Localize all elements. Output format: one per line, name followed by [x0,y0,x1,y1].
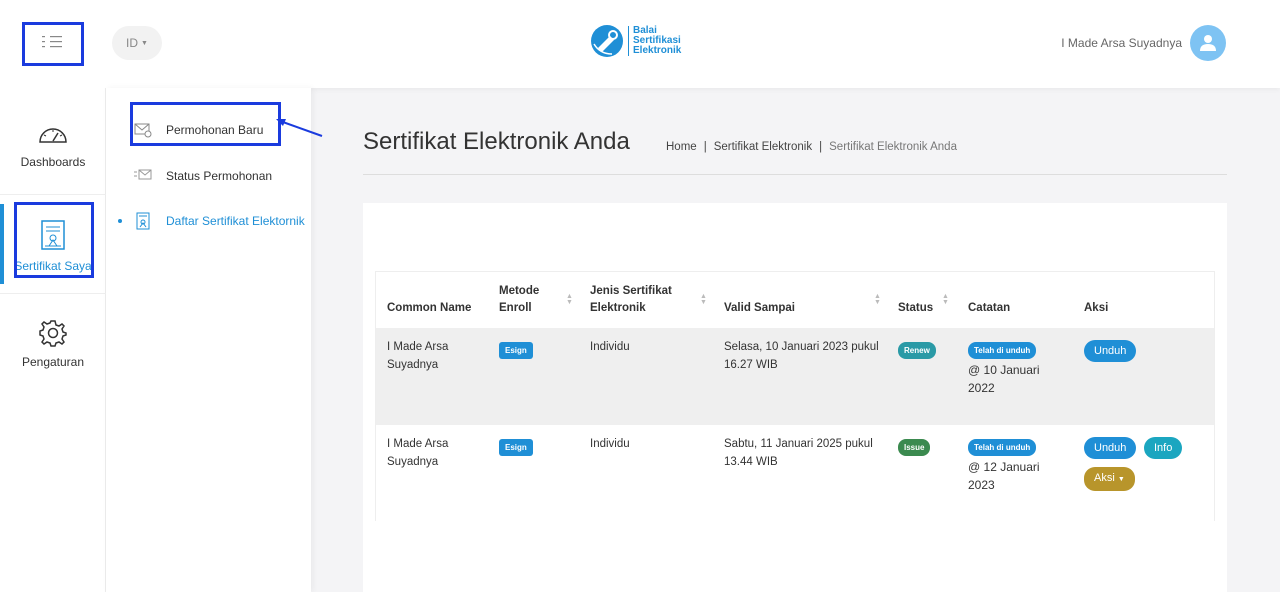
subnav-label-status-permohonan: Status Permohonan [166,169,273,183]
title-divider [363,174,1227,175]
nav-label-dashboards: Dashboards [20,155,86,169]
language-label: ID [126,36,139,50]
certificate-list-icon [136,212,150,233]
avatar[interactable] [1190,25,1226,61]
catatan-date: @ 12 Januari 2023 [968,460,1040,492]
aksi-label: Aksi [1094,472,1115,484]
breadcrumb-separator: | [819,141,823,153]
catatan-badge: Telah di unduh [968,439,1037,456]
subnav-item-status-permohonan[interactable]: Status Permohonan [106,161,311,191]
speedometer-icon [38,126,68,147]
highlight-box-sertifikat [14,202,94,278]
column-header-metode[interactable]: Metode Enroll [499,283,559,317]
active-dot [118,219,122,223]
catatan-date: @ 10 Januari 2022 [968,363,1040,395]
logo-line-3: Elektronik [633,45,682,56]
catatan-badge: Telah di unduh [968,342,1037,359]
highlight-box-permohonan [130,102,281,146]
cell-jenis: Individu [590,341,630,353]
user-menu[interactable]: I Made Arsa Suyadnya [1061,25,1226,61]
sort-icon[interactable]: ▲ ▼ [942,293,949,306]
column-header-aksi: Aksi [1084,302,1109,314]
column-header-valid[interactable]: Valid Sampai [724,300,795,317]
column-header-status[interactable]: Status [898,300,933,317]
cell-valid: Selasa, 10 Januari 2023 pukul 16.27 WIB [724,341,879,371]
caret-down-icon: ▼ [1117,476,1125,483]
column-header-common-name[interactable]: Common Name [387,300,471,317]
sort-icon[interactable]: ▲ ▼ [566,293,573,306]
left-nav: Dashboards Sertifikat Saya Pengaturan [0,88,106,592]
status-badge: Issue [898,439,931,456]
breadcrumb-sertifikat[interactable]: Sertifikat Elektronik [714,141,812,153]
subnav-item-daftar-sertifikat[interactable]: Daftar Sertifikat Elektornik [106,206,311,236]
cell-jenis: Individu [590,438,630,450]
metode-badge: Esign [499,342,533,359]
unduh-button[interactable]: Unduh [1084,340,1137,362]
user-name: I Made Arsa Suyadnya [1061,36,1182,50]
nav-divider [0,194,106,195]
status-badge: Renew [898,342,936,359]
table-row: I Made Arsa Suyadnya Esign Individu Sela… [376,328,1214,425]
nav-item-pengaturan[interactable]: Pengaturan [0,318,106,369]
caret-down-icon: ▼ [141,39,148,47]
breadcrumb-home[interactable]: Home [666,141,697,153]
cell-common-name: I Made Arsa Suyadnya [387,438,449,468]
breadcrumb-separator: | [703,141,707,153]
page-title: Sertifikat Elektronik Anda [363,128,630,155]
breadcrumb-current: Sertifikat Elektronik Anda [829,141,957,153]
content-card: Common Name Metode Enroll ▲ ▼ Jenis Serti… [363,203,1227,592]
breadcrumb: Home | Sertifikat Elektronik | Sertifika… [666,141,957,153]
gear-icon [38,318,68,351]
column-header-catatan[interactable]: Catatan [968,300,1010,317]
metode-badge: Esign [499,439,533,456]
nav-label-pengaturan: Pengaturan [21,355,85,369]
sort-icon[interactable]: ▲ ▼ [700,293,707,306]
unduh-button[interactable]: Unduh [1084,437,1137,459]
column-header-jenis[interactable]: Jenis Sertifikat Elektronik [590,283,680,317]
bsre-logo-icon [591,25,623,57]
language-selector[interactable]: ID ▼ [112,26,162,60]
top-bar: ID ▼ Balai Sertifikasi Elektronik I Made… [0,0,1280,88]
menu-toggle-button[interactable] [22,22,84,66]
sub-nav: Permohonan Baru Status Permohonan Daftar… [106,88,323,592]
certificate-table: Common Name Metode Enroll ▲ ▼ Jenis Serti… [375,271,1215,521]
user-icon [1200,35,1216,51]
list-menu-icon [42,35,64,54]
envelope-status-icon [134,168,152,185]
info-button[interactable]: Info [1144,437,1183,459]
cell-valid: Sabtu, 11 Januari 2025 pukul 13.44 WIB [724,438,873,468]
cell-common-name: I Made Arsa Suyadnya [387,341,449,371]
table-row: I Made Arsa Suyadnya Esign Individu Sabt… [376,425,1214,521]
arrow-pointer-icon [276,119,323,137]
sort-icon[interactable]: ▲ ▼ [874,293,881,306]
subnav-label-daftar-sertifikat: Daftar Sertifikat Elektornik [166,214,305,228]
bsre-logo: Balai Sertifikasi Elektronik [590,24,681,58]
aksi-dropdown-button[interactable]: Aksi ▼ [1084,467,1135,491]
nav-item-dashboards[interactable]: Dashboards [0,126,106,169]
nav-divider [0,293,106,294]
